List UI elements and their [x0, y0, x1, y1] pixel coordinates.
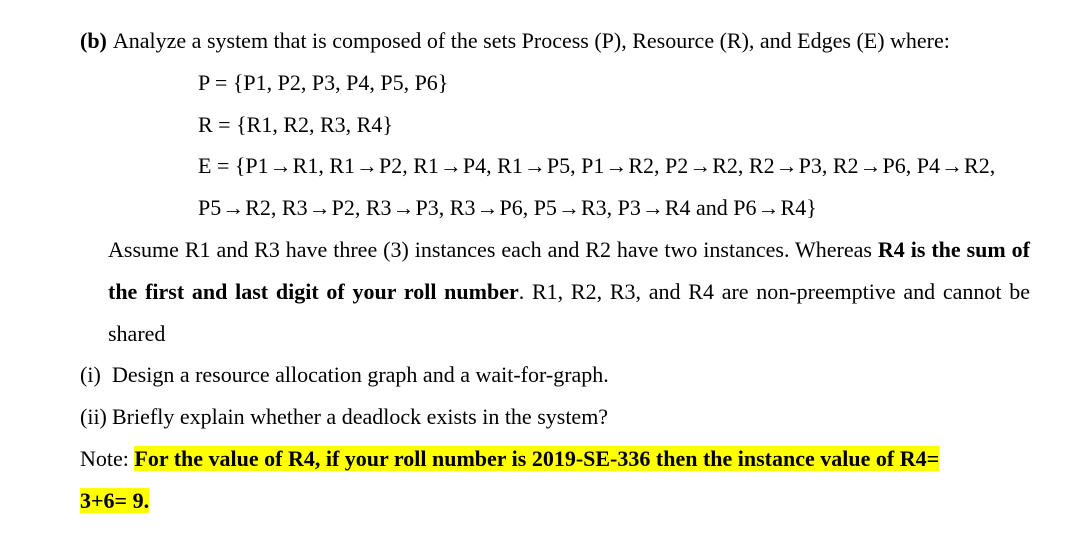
- sub-text-ii: Briefly explain whether a deadlock exist…: [112, 396, 608, 438]
- note-highlight-2: 3+6= 9.: [80, 488, 149, 513]
- sub-question-i: (i) Design a resource allocation graph a…: [80, 354, 1030, 396]
- set-r-definition: R = {R1, R2, R3, R4}: [80, 104, 1030, 146]
- note-paragraph: Note: For the value of R4, if your roll …: [80, 438, 1030, 522]
- question-part-b: (b) Analyze a system that is composed of…: [80, 20, 1030, 62]
- sub-label-i: (i): [80, 354, 112, 396]
- note-label: Note:: [80, 446, 134, 471]
- sub-question-ii: (ii) Briefly explain whether a deadlock …: [80, 396, 1030, 438]
- note-highlight-1: For the value of R4, if your roll number…: [134, 446, 939, 471]
- set-e-definition: E = {P1→R1, R1→P2, R1→P4, R1→P5, P1→R2, …: [80, 145, 1030, 229]
- assume-text-1: Assume R1 and R3 have three (3) instance…: [108, 237, 878, 262]
- prompt-text: Analyze a system that is composed of the…: [113, 20, 950, 62]
- set-p-definition: P = {P1, P2, P3, P4, P5, P6}: [80, 62, 1030, 104]
- sub-label-ii: (ii): [80, 396, 112, 438]
- sub-text-i: Design a resource allocation graph and a…: [112, 354, 609, 396]
- part-label: (b): [80, 20, 107, 62]
- assumption-paragraph: Assume R1 and R3 have three (3) instance…: [80, 229, 1030, 354]
